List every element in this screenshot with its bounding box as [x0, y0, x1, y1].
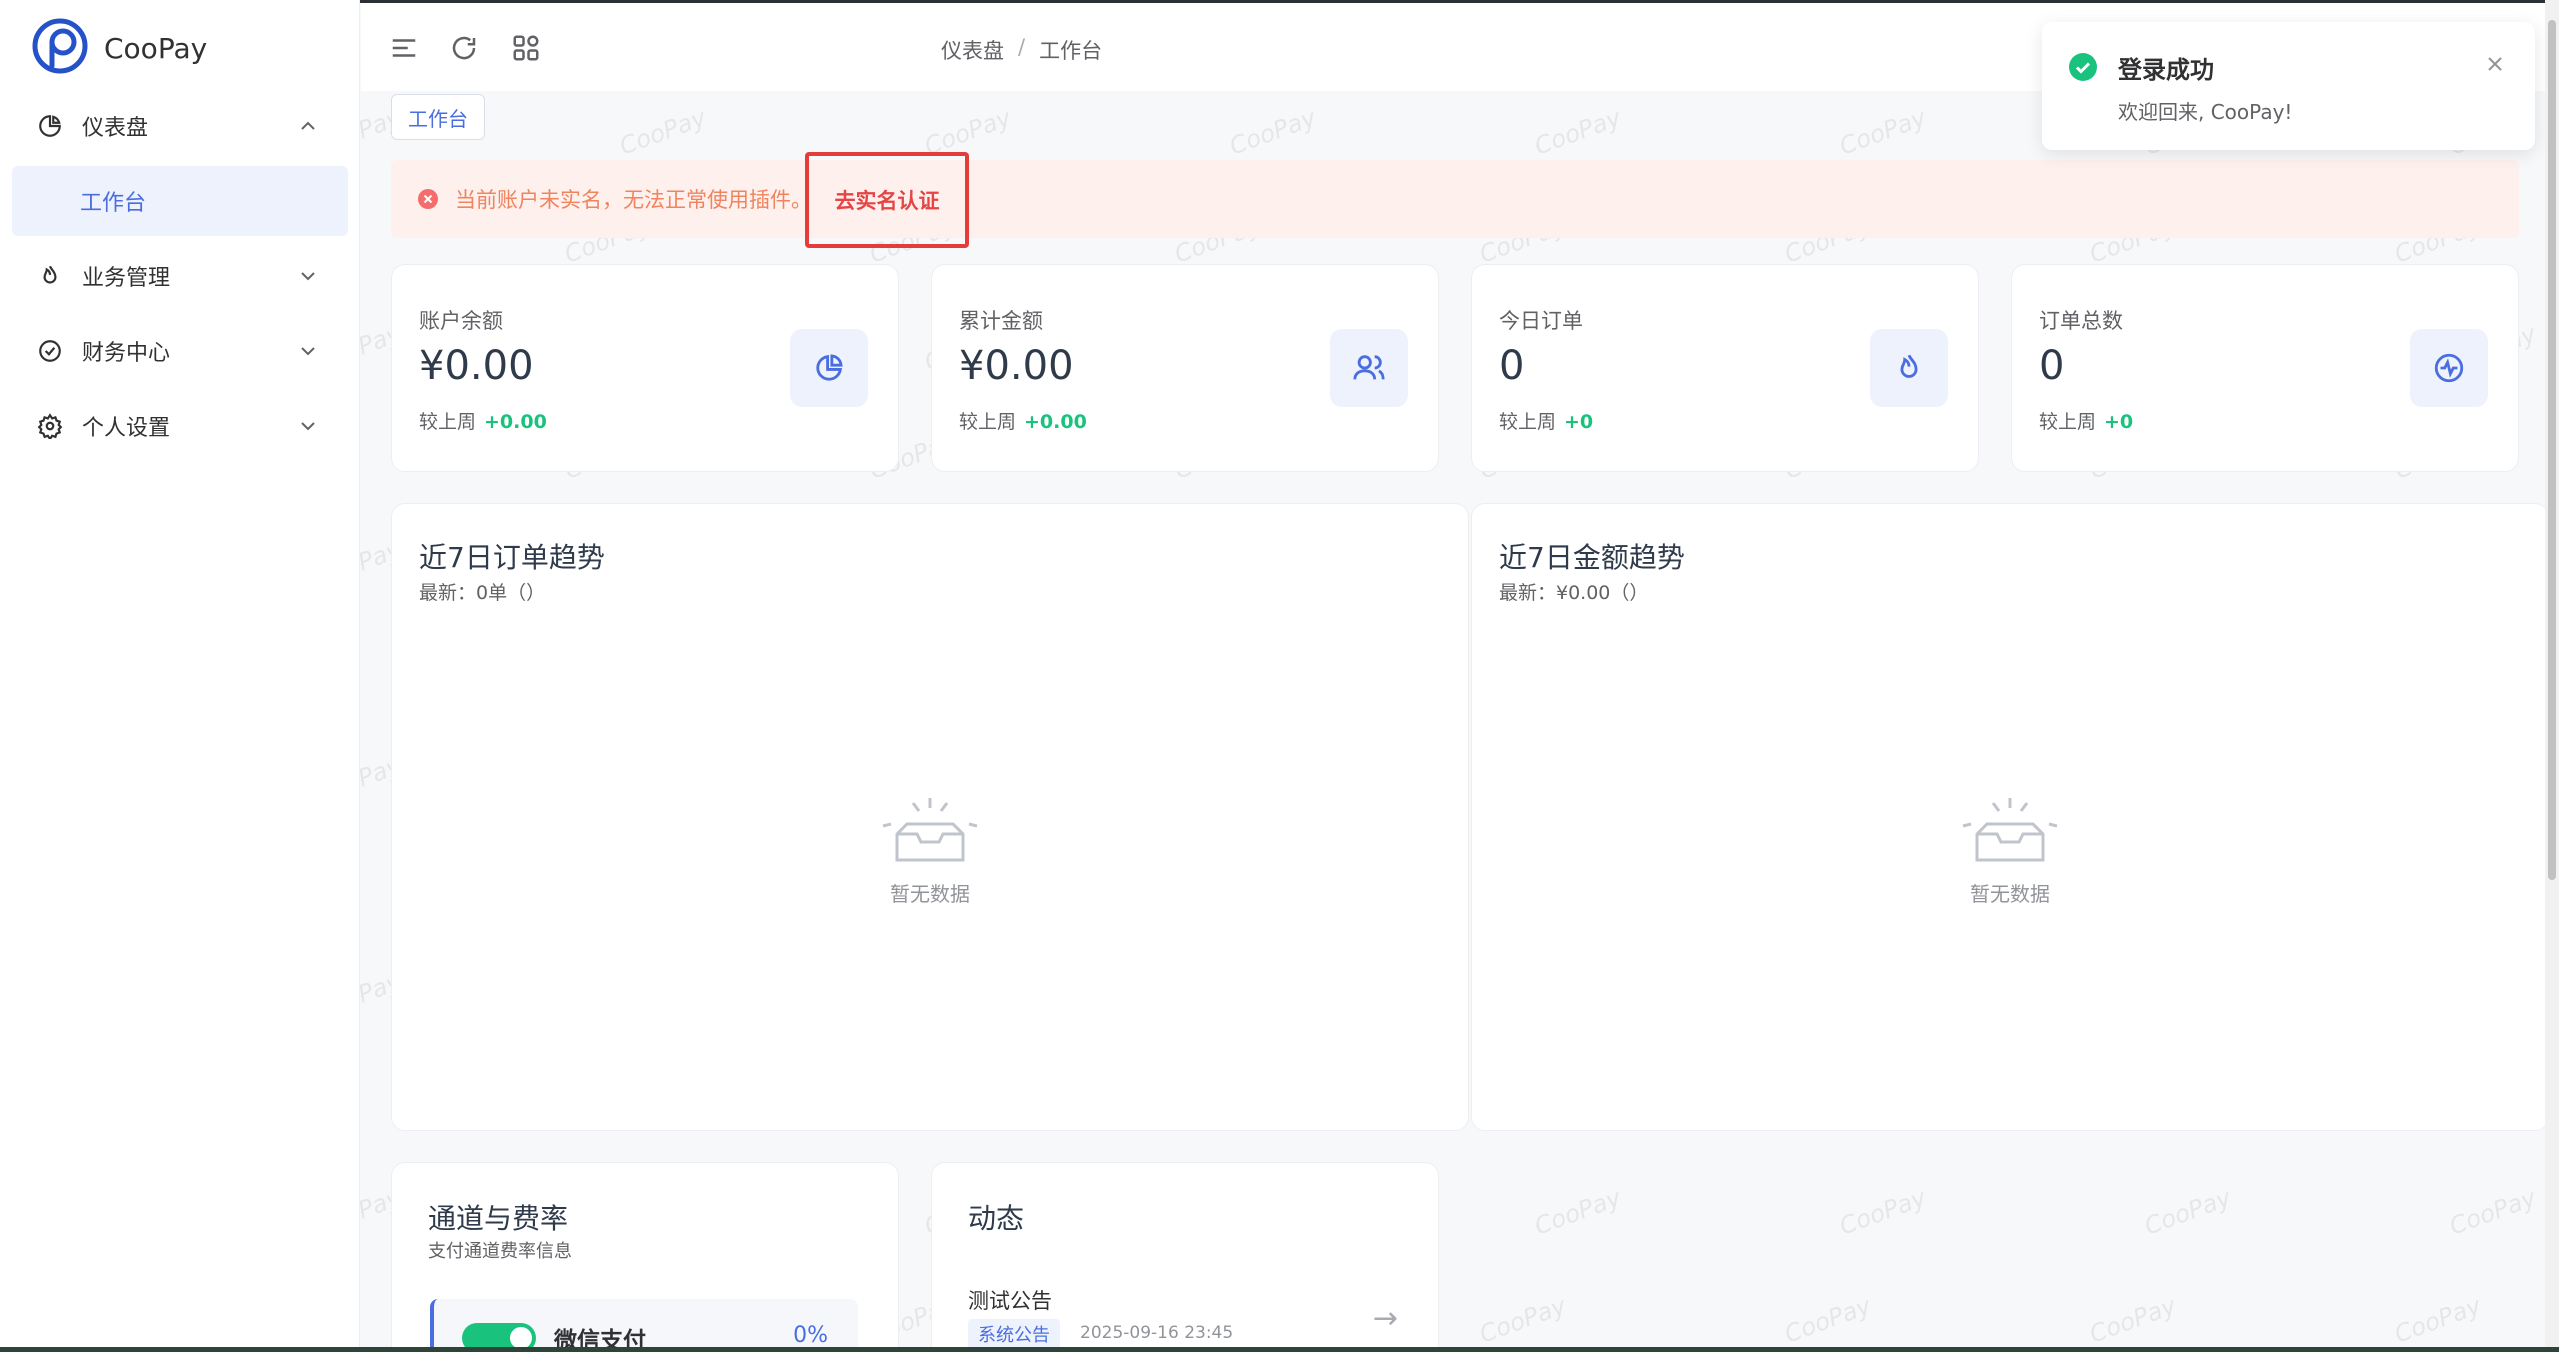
- verify-identity-button[interactable]: 去实名认证: [805, 152, 969, 248]
- coopay-logo-icon: [30, 16, 90, 80]
- channels-card: 通道与费率 支付通道费率信息 微信支付 0%: [391, 1162, 899, 1352]
- success-check-icon: [2068, 52, 2098, 82]
- chart-title: 近7日金额趋势: [1499, 541, 1685, 574]
- bottom-strip: [0, 1347, 2559, 1352]
- chart-card-amount: 近7日金额趋势 最新：¥0.00（） 暂无数据: [1471, 503, 2549, 1131]
- empty-box-icon: [392, 794, 1468, 866]
- empty-text: 暂无数据: [890, 882, 970, 906]
- breadcrumb-item-workbench: 工作台: [1039, 39, 1103, 63]
- empty-box-icon: [1472, 794, 2548, 866]
- empty-text: 暂无数据: [1970, 882, 2050, 906]
- channel-rate: 0%: [793, 1323, 828, 1348]
- chart-subtitle: 最新：¥0.00（）: [1499, 582, 1649, 604]
- verification-alert: 当前账户未实名，无法正常使用插件。: [391, 160, 2519, 238]
- watermark-text: CooPay: [1835, 103, 1930, 161]
- channels-subtitle: 支付通道费率信息: [428, 1241, 572, 1262]
- watermark-text: CooPay: [2390, 1291, 2485, 1349]
- users-icon: [1330, 329, 1408, 407]
- sidebar-item-label: 仪表盘: [82, 116, 149, 141]
- toast-message: 欢迎回来, CooPay!: [2118, 100, 2293, 124]
- watermark-text: CooPay: [615, 103, 710, 161]
- error-circle-icon: [417, 188, 439, 210]
- watermark-text: CooPay: [2085, 1291, 2180, 1349]
- sidebar-item-dashboard[interactable]: 仪表盘: [0, 90, 360, 162]
- app-logo[interactable]: CooPay: [30, 16, 207, 80]
- sidebar-item-finance[interactable]: 财务中心: [0, 315, 360, 387]
- flame-icon: [36, 262, 64, 290]
- watermark-text: CooPay: [1530, 1183, 1625, 1241]
- news-item-badge: 系统公告: [968, 1319, 1060, 1349]
- pie-chart-icon: [36, 112, 64, 140]
- watermark-text: CooPay: [1780, 1291, 1875, 1349]
- check-circle-icon: [36, 337, 64, 365]
- stat-card-today-orders: 今日订单 0 较上周 +0: [1471, 264, 1979, 472]
- stat-label: 累计金额: [959, 309, 1043, 333]
- close-icon[interactable]: [2483, 52, 2507, 76]
- stat-delta: +0: [2104, 411, 2134, 433]
- stat-value: 0: [1499, 343, 1525, 389]
- watermark-text: CooPay: [1475, 1291, 1570, 1349]
- news-item-title[interactable]: 测试公告: [968, 1285, 1052, 1315]
- watermark-text: CooPay: [1530, 103, 1625, 161]
- channel-item: 微信支付 0%: [430, 1299, 858, 1352]
- stat-delta: +0.00: [484, 411, 547, 433]
- sidebar-item-settings[interactable]: 个人设置: [0, 390, 360, 462]
- stat-compare: 较上周 +0: [2039, 411, 2134, 433]
- breadcrumb: 仪表盘 / 工作台: [941, 35, 1102, 65]
- chart-card-orders: 近7日订单趋势 最新：0单（） 暂无数据: [391, 503, 1469, 1131]
- app-name: CooPay: [104, 31, 208, 65]
- chevron-down-icon: [298, 416, 318, 436]
- activity-icon: [2410, 329, 2488, 407]
- stat-card-balance: 账户余额 ¥0.00 较上周 +0.00: [391, 264, 899, 472]
- watermark-text: CooPay: [1835, 1183, 1930, 1241]
- login-success-toast: 登录成功 欢迎回来, CooPay!: [2042, 22, 2535, 150]
- stat-label: 订单总数: [2039, 309, 2123, 333]
- toast-title: 登录成功: [2118, 56, 2214, 84]
- watermark-text: CooPay: [1225, 103, 1320, 161]
- breadcrumb-separator: /: [1018, 35, 1026, 59]
- watermark-text: CooPay: [2140, 1183, 2235, 1241]
- apps-grid-icon[interactable]: [511, 33, 541, 63]
- sidebar-item-label: 财务中心: [82, 341, 171, 366]
- arrow-right-icon[interactable]: →: [1373, 1301, 1398, 1336]
- menu-fold-icon[interactable]: [389, 33, 419, 63]
- sidebar-item-label: 业务管理: [82, 266, 171, 291]
- sidebar: CooPay 仪表盘 工作台 业务管理 财务中心 个人设置: [0, 0, 360, 1352]
- news-card-title: 动态: [968, 1202, 1025, 1235]
- breadcrumb-item-dashboard[interactable]: 仪表盘: [941, 35, 1004, 65]
- chart-subtitle: 最新：0单（）: [419, 582, 546, 604]
- alert-message: 当前账户未实名，无法正常使用插件。: [455, 188, 812, 212]
- stat-card-total-amount: 累计金额 ¥0.00 较上周 +0.00: [931, 264, 1439, 472]
- stat-label: 今日订单: [1499, 309, 1583, 333]
- chevron-down-icon: [298, 266, 318, 286]
- gear-icon: [36, 412, 64, 440]
- chevron-up-icon: [298, 116, 318, 136]
- empty-state: 暂无数据: [1472, 794, 2548, 907]
- news-card: 动态 测试公告 系统公告 2025-09-16 23:45 →: [931, 1162, 1439, 1352]
- stat-value: 0: [2039, 343, 2065, 389]
- scrollbar-thumb[interactable]: [2548, 20, 2556, 880]
- stat-delta: +0.00: [1024, 411, 1087, 433]
- channels-title: 通道与费率: [428, 1202, 569, 1235]
- chevron-down-icon: [298, 341, 318, 361]
- stat-compare: 较上周 +0.00: [419, 411, 547, 433]
- refresh-icon[interactable]: [449, 33, 479, 63]
- sidebar-item-label: 个人设置: [82, 416, 171, 441]
- sidebar-item-business[interactable]: 业务管理: [0, 240, 360, 312]
- tab-workbench[interactable]: 工作台: [391, 94, 485, 140]
- sidebar-subitem-workbench[interactable]: 工作台: [12, 166, 348, 236]
- pie-chart-icon: [790, 329, 868, 407]
- empty-state: 暂无数据: [392, 794, 1468, 907]
- stat-value: ¥0.00: [959, 343, 1074, 389]
- stat-card-total-orders: 订单总数 0 较上周 +0: [2011, 264, 2519, 472]
- stat-value: ¥0.00: [419, 343, 534, 389]
- stat-label: 账户余额: [419, 309, 503, 333]
- stat-compare: 较上周 +0: [1499, 411, 1594, 433]
- chart-title: 近7日订单趋势: [419, 541, 605, 574]
- stat-compare: 较上周 +0.00: [959, 411, 1087, 433]
- flame-icon: [1870, 329, 1948, 407]
- stat-delta: +0: [1564, 411, 1594, 433]
- watermark-text: CooPay: [2445, 1183, 2540, 1241]
- news-item-time: 2025-09-16 23:45: [1080, 1323, 1234, 1343]
